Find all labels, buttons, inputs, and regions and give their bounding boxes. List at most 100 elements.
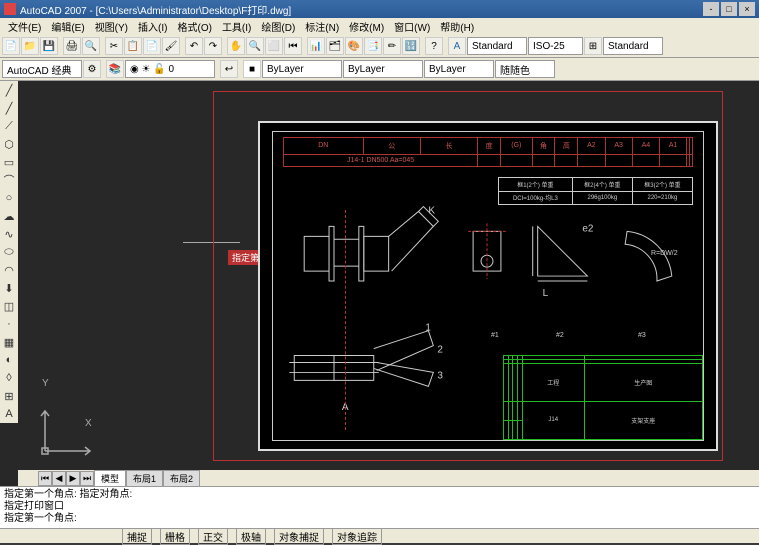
workspace-dropdown[interactable]: AutoCAD 经典 bbox=[2, 60, 82, 78]
color-button[interactable]: ■ bbox=[243, 60, 261, 78]
color-dropdown[interactable]: ByLayer bbox=[262, 60, 342, 78]
zoom-window-button[interactable]: ⬜ bbox=[265, 37, 283, 55]
menu-window[interactable]: 窗口(W) bbox=[390, 18, 434, 35]
tab-next[interactable]: ▶ bbox=[66, 471, 80, 486]
revcloud-tool[interactable]: ☁ bbox=[1, 208, 17, 224]
hatch-tool[interactable]: ▦ bbox=[1, 334, 17, 350]
tab-last[interactable]: ⏭ bbox=[80, 471, 94, 486]
status-otrack[interactable]: 对象追踪 bbox=[332, 528, 382, 545]
open-button[interactable]: 📁 bbox=[21, 37, 39, 55]
view-label-1: #1 bbox=[491, 332, 499, 339]
undo-button[interactable]: ↶ bbox=[185, 37, 203, 55]
svg-text:e2: e2 bbox=[582, 223, 594, 234]
xline-tool[interactable]: ╱ bbox=[1, 100, 17, 116]
insert-tool[interactable]: ⬇ bbox=[1, 280, 17, 296]
status-bar: 捕捉 栅格 正交 极轴 对象捕捉 对象追踪 bbox=[0, 528, 759, 543]
match-button[interactable]: 🖌 bbox=[162, 37, 180, 55]
tab-prev[interactable]: ◀ bbox=[52, 471, 66, 486]
gradient-tool[interactable]: ◐ bbox=[1, 352, 17, 368]
plotstyle-dropdown[interactable]: 随随色 bbox=[495, 60, 555, 78]
layer-props-button[interactable]: 📚 bbox=[106, 60, 124, 78]
tab-first[interactable]: ⏮ bbox=[38, 471, 52, 486]
palette-button[interactable]: 🎨 bbox=[345, 37, 363, 55]
tab-layout2[interactable]: 布局2 bbox=[163, 470, 200, 487]
menu-view[interactable]: 视图(Y) bbox=[91, 18, 132, 35]
preview-button[interactable]: 🔍 bbox=[82, 37, 100, 55]
menu-dimension[interactable]: 标注(N) bbox=[301, 18, 343, 35]
workspace-settings-button[interactable]: ⚙ bbox=[83, 60, 101, 78]
svg-text:2: 2 bbox=[437, 345, 443, 356]
draw-toolbar: ╱ ╱ ⟋ ⬡ ▭ ⌒ ○ ☁ ∿ ⬭ ◠ ⬇ ◫ · ▦ ◐ ◊ ⊞ A bbox=[0, 81, 18, 423]
maximize-button[interactable]: □ bbox=[721, 2, 737, 16]
save-button[interactable]: 💾 bbox=[40, 37, 58, 55]
layer-dropdown[interactable]: ◉ ☀ 🔓 0 bbox=[125, 60, 215, 78]
copy-button[interactable]: 📋 bbox=[124, 37, 142, 55]
table-tool[interactable]: ⊞ bbox=[1, 388, 17, 404]
polyline-tool[interactable]: ⟋ bbox=[1, 118, 17, 134]
status-snap[interactable]: 捕捉 bbox=[122, 528, 152, 545]
tablestyle-dropdown[interactable]: Standard bbox=[603, 37, 663, 55]
linetype-dropdown[interactable]: ByLayer bbox=[343, 60, 423, 78]
cmd-line-3: 指定第一个角点: bbox=[4, 513, 755, 525]
tab-layout1[interactable]: 布局1 bbox=[126, 470, 163, 487]
menu-file[interactable]: 文件(E) bbox=[4, 18, 45, 35]
calc-button[interactable]: 🔢 bbox=[402, 37, 420, 55]
zoom-button[interactable]: 🔍 bbox=[246, 37, 264, 55]
help-button[interactable]: ? bbox=[425, 37, 443, 55]
arc-tool[interactable]: ⌒ bbox=[1, 172, 17, 188]
circle-tool[interactable]: ○ bbox=[1, 190, 17, 206]
spline-tool[interactable]: ∿ bbox=[1, 226, 17, 242]
markup-button[interactable]: ✏ bbox=[383, 37, 401, 55]
polygon-tool[interactable]: ⬡ bbox=[1, 136, 17, 152]
view-label-3: #3 bbox=[638, 332, 646, 339]
ellipsearc-tool[interactable]: ◠ bbox=[1, 262, 17, 278]
command-line[interactable]: 指定第一个角点: 指定对角点: 指定打印窗口 指定第一个角点: bbox=[0, 486, 759, 528]
tablestyle-icon[interactable]: ⊞ bbox=[584, 37, 602, 55]
status-grid[interactable]: 栅格 bbox=[160, 528, 190, 545]
properties-button[interactable]: 📊 bbox=[307, 37, 325, 55]
menu-draw[interactable]: 绘图(D) bbox=[257, 18, 299, 35]
close-button[interactable]: × bbox=[739, 2, 755, 16]
dimstyle-dropdown[interactable]: ISO-25 bbox=[528, 37, 583, 55]
menu-bar: 文件(E) 编辑(E) 视图(Y) 插入(I) 格式(O) 工具(I) 绘图(D… bbox=[0, 18, 759, 35]
viewport[interactable]: 指定第一个角点: 4686.9783 4477.1058 DN 公 长 度 (G… bbox=[18, 81, 759, 486]
ucs-y-label: Y bbox=[42, 378, 49, 389]
drawing-border: DN 公 长 度 (G) 角 高 A2 A3 A4 A1 bbox=[272, 131, 704, 441]
tb-proj: 工程 bbox=[522, 363, 584, 401]
text-tool[interactable]: A bbox=[1, 406, 17, 422]
drawing-area[interactable]: ╱ ╱ ⟋ ⬡ ▭ ⌒ ○ ☁ ∿ ⬭ ◠ ⬇ ◫ · ▦ ◐ ◊ ⊞ A 指定… bbox=[0, 81, 759, 486]
menu-tools[interactable]: 工具(I) bbox=[218, 18, 255, 35]
print-button[interactable]: 🖨 bbox=[63, 37, 81, 55]
menu-edit[interactable]: 编辑(E) bbox=[47, 18, 88, 35]
drawing-frame: DN 公 长 度 (G) 角 高 A2 A3 A4 A1 bbox=[258, 121, 718, 451]
cut-button[interactable]: ✂ bbox=[105, 37, 123, 55]
status-osnap[interactable]: 对象捕捉 bbox=[274, 528, 324, 545]
status-polar[interactable]: 极轴 bbox=[236, 528, 266, 545]
layer-previous-button[interactable]: ↩ bbox=[220, 60, 238, 78]
rectangle-tool[interactable]: ▭ bbox=[1, 154, 17, 170]
menu-help[interactable]: 帮助(H) bbox=[436, 18, 478, 35]
tab-model[interactable]: 模型 bbox=[94, 470, 126, 487]
block-tool[interactable]: ◫ bbox=[1, 298, 17, 314]
centerline bbox=[345, 210, 346, 430]
status-ortho[interactable]: 正交 bbox=[198, 528, 228, 545]
sheet-button[interactable]: 📑 bbox=[364, 37, 382, 55]
minimize-button[interactable]: - bbox=[703, 2, 719, 16]
ellipse-tool[interactable]: ⬭ bbox=[1, 244, 17, 260]
pan-button[interactable]: ✋ bbox=[227, 37, 245, 55]
lineweight-dropdown[interactable]: ByLayer bbox=[424, 60, 494, 78]
menu-modify[interactable]: 修改(M) bbox=[345, 18, 388, 35]
line-tool[interactable]: ╱ bbox=[1, 82, 17, 98]
region-tool[interactable]: ◊ bbox=[1, 370, 17, 386]
menu-format[interactable]: 格式(O) bbox=[173, 18, 215, 35]
new-button[interactable]: 📄 bbox=[2, 37, 20, 55]
zoom-prev-button[interactable]: ⏮ bbox=[284, 37, 302, 55]
textstyle-icon[interactable]: A bbox=[448, 37, 466, 55]
point-tool[interactable]: · bbox=[1, 316, 17, 332]
dcenter-button[interactable]: 🗂 bbox=[326, 37, 344, 55]
menu-insert[interactable]: 插入(I) bbox=[134, 18, 171, 35]
paste-button[interactable]: 📄 bbox=[143, 37, 161, 55]
redo-button[interactable]: ↷ bbox=[204, 37, 222, 55]
textstyle-dropdown[interactable]: Standard bbox=[467, 37, 527, 55]
svg-text:K: K bbox=[428, 205, 435, 216]
